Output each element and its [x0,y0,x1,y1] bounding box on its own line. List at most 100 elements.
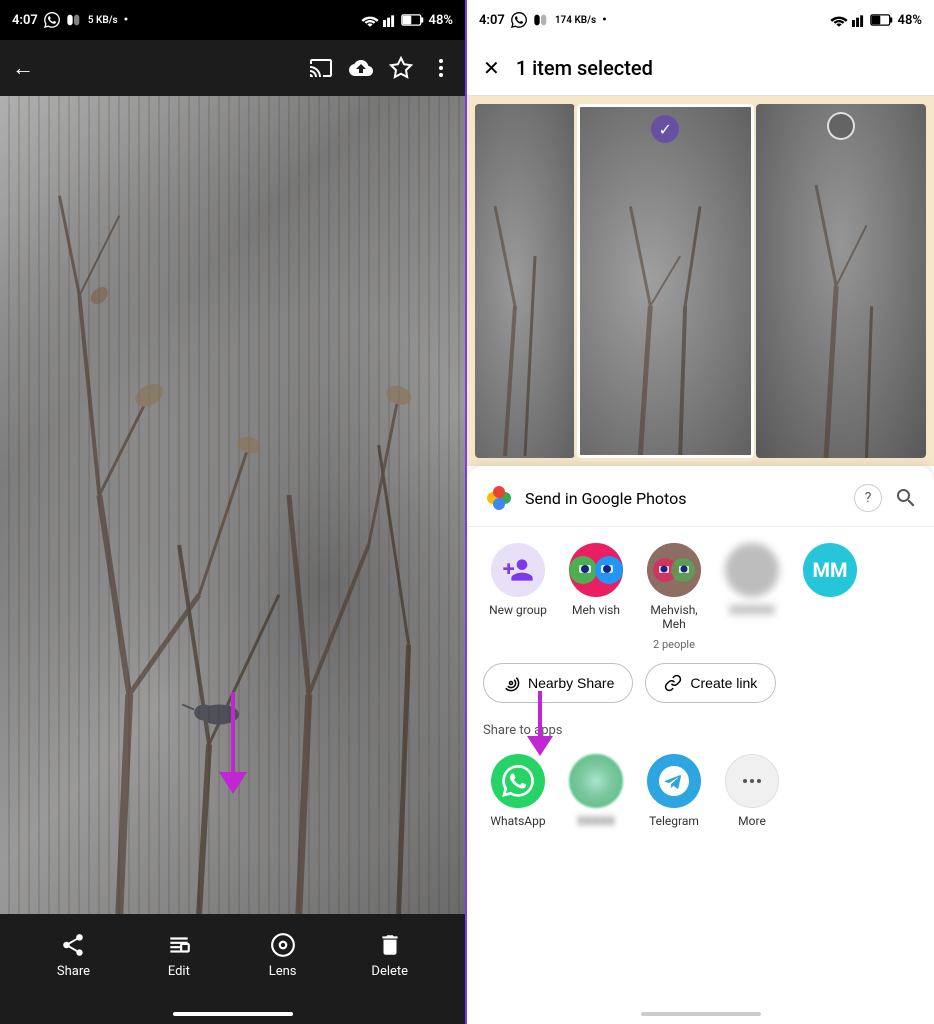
status-right-left: 4:07 174 KB/s • [479,12,607,28]
photo-thumb-1[interactable] [475,104,575,458]
bottom-action-bar: Share Edit Lens [0,914,465,1004]
status-left-info: 4:07 5 KB/s • [12,12,128,28]
whatsapp-label: WhatsApp [490,814,545,828]
cast-icon[interactable] [309,56,333,80]
whatsapp-logo [502,765,534,797]
search-button[interactable] [894,486,918,510]
arrow-line [231,692,235,772]
share-icon-container [58,930,88,960]
more-label: More [738,814,766,828]
status-right-info: 48% [361,13,453,28]
annotation-arrow-left [219,692,247,794]
mehvish-face [647,543,701,597]
share-label: Share [57,964,90,979]
data-speed: 5 KB/s [88,15,118,26]
help-button[interactable]: ? [854,484,882,512]
mehvish-meh-avatar [647,543,701,597]
google-nearby-label: XXXXX [577,814,615,828]
blurred-avatar [725,543,779,597]
arrow-right-head [527,736,553,756]
contact-blurred[interactable]: XXXXXX [717,543,787,617]
nearby-icon [502,674,520,692]
apps-row: WhatsApp XXXXX Telegram [467,746,934,844]
meh-vish-name: Meh vish [572,603,620,617]
share-action[interactable]: Share [57,930,90,979]
photo3-branches [756,104,927,458]
lens-action[interactable]: Lens [268,930,298,979]
data-speed-right: 174 KB/s [555,15,596,26]
photo-thumb-3[interactable] [756,104,927,458]
annotation-arrow-right [527,691,553,756]
contact-mehvish-meh[interactable]: Mehvish, Meh 2 people [639,543,709,651]
dot-indicator: • [124,13,129,28]
contact-new-group[interactable]: New group [483,543,553,617]
back-button[interactable]: ← [12,55,34,81]
status-right-right: 48% [830,13,922,28]
time-right: 4:07 [479,13,505,28]
send-google-left: Send in Google Photos [483,482,686,514]
link-icon [664,674,682,692]
telegram-icon [647,754,701,808]
home-bar-right [641,1012,761,1016]
contact-mm[interactable]: MM [795,543,865,597]
contacts-row: New group Meh vi [467,527,934,659]
whatsapp-icon [491,754,545,808]
edit-icon [166,932,192,958]
status-bar-right: 4:07 174 KB/s • 48% [467,0,934,40]
more-dots-icon [740,769,764,793]
telegram-logo [659,766,689,796]
dolby-icon [66,12,82,28]
create-link-label: Create link [690,675,757,691]
home-indicator-right [467,1004,934,1024]
home-indicator-left [0,1004,465,1024]
new-group-name: New group [489,603,547,617]
nearby-share-label: Nearby Share [528,675,614,691]
home-bar-left [173,1012,293,1016]
contact-meh-vish[interactable]: Meh vish [561,543,631,617]
send-google-photos-row: Send in Google Photos ? [467,482,934,527]
mm-avatar: MM [803,543,857,597]
battery-pct-right: 48% [898,13,922,28]
lens-icon-container [268,930,298,960]
delete-action[interactable]: Delete [371,930,408,979]
battery-icon-right [870,13,894,27]
upload-icon[interactable] [349,56,373,80]
delete-icon [377,932,403,958]
dot-right: • [602,13,607,28]
unselected-check [827,112,855,140]
google-photos-icon [483,482,515,514]
new-group-avatar [491,543,545,597]
mehvish-meh-sub: 2 people [653,638,695,651]
more-app[interactable]: More [717,754,787,828]
google-nearby-icon [569,754,623,808]
photo1-branches [475,104,575,458]
edit-label: Edit [168,964,190,979]
photo-main [0,96,465,914]
blurred-name: XXXXXX [729,603,774,617]
meh-vish-face [569,543,623,597]
arrow-right-line [538,691,542,736]
lens-icon [270,932,296,958]
photo-thumb-2-selected[interactable]: ✓ [577,104,754,458]
selection-title: 1 item selected [516,56,653,80]
whatsapp-status-icon-right [511,12,527,28]
selected-check: ✓ [651,115,679,143]
edit-action[interactable]: Edit [164,930,194,979]
create-link-button[interactable]: Create link [645,663,776,703]
edit-icon-container [164,930,194,960]
star-icon[interactable] [389,56,413,80]
meh-vish-avatar [569,543,623,597]
signal-icon-left [383,13,397,27]
time-left: 4:07 [12,13,38,28]
telegram-app[interactable]: Telegram [639,754,709,828]
more-menu-icon-left[interactable] [429,56,453,80]
telegram-label: Telegram [649,814,699,828]
nearby-share-button[interactable]: Nearby Share [483,663,633,703]
whatsapp-app[interactable]: WhatsApp [483,754,553,828]
mehvish-meh-name: Mehvish, Meh [639,603,709,632]
status-bar-left: 4:07 5 KB/s • 48% [0,0,465,40]
new-group-icon [502,554,534,586]
close-button[interactable]: ✕ [483,56,500,80]
lens-label: Lens [269,964,297,979]
google-nearby-app[interactable]: XXXXX [561,754,631,828]
